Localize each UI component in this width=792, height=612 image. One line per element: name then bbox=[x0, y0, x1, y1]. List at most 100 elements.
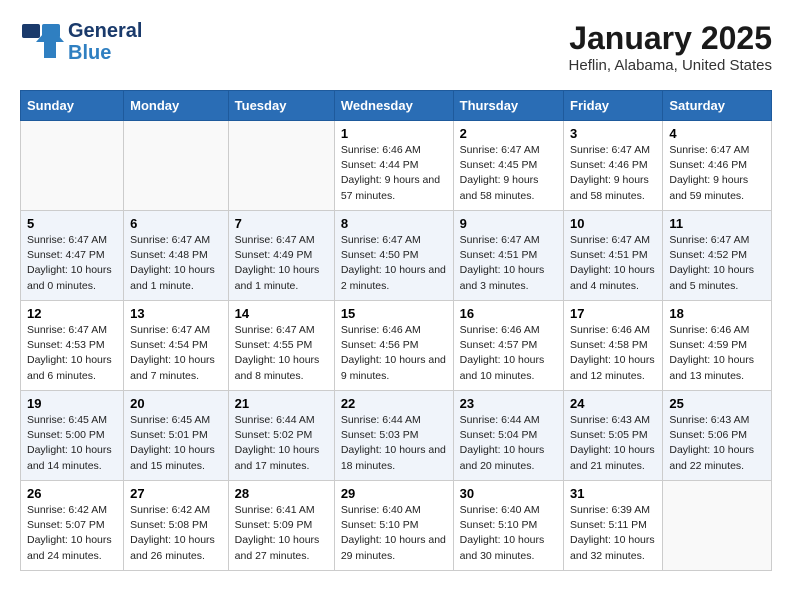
day-info: Sunrise: 6:47 AM Sunset: 4:51 PM Dayligh… bbox=[570, 233, 656, 294]
day-number: 9 bbox=[460, 216, 557, 231]
week-row-1: 1 Sunrise: 6:46 AM Sunset: 4:44 PM Daylig… bbox=[21, 121, 772, 211]
calendar-cell: 16Sunrise: 6:46 AM Sunset: 4:57 PM Dayli… bbox=[453, 301, 563, 391]
day-number: 7 bbox=[235, 216, 328, 231]
calendar-title: January 2025 bbox=[569, 20, 772, 57]
header-day-wednesday: Wednesday bbox=[334, 91, 453, 121]
calendar-header: SundayMondayTuesdayWednesdayThursdayFrid… bbox=[21, 91, 772, 121]
day-number: 17 bbox=[570, 306, 656, 321]
header-row: SundayMondayTuesdayWednesdayThursdayFrid… bbox=[21, 91, 772, 121]
calendar-cell bbox=[663, 481, 772, 571]
day-info: Sunrise: 6:47 AM Sunset: 4:53 PM Dayligh… bbox=[27, 323, 117, 384]
calendar-cell: 31 Sunrise: 6:39 AM Sunset: 5:11 PM Dayli… bbox=[564, 481, 663, 571]
calendar-cell: 30 Sunrise: 6:40 AM Sunset: 5:10 PM Dayli… bbox=[453, 481, 563, 571]
calendar-cell: 14 Sunrise: 6:47 AM Sunset: 4:55 PM Dayli… bbox=[228, 301, 334, 391]
day-number: 3 bbox=[570, 126, 656, 141]
day-number: 21 bbox=[235, 396, 328, 411]
calendar-cell: 9 Sunrise: 6:47 AM Sunset: 4:51 PM Daylig… bbox=[453, 211, 563, 301]
calendar-cell: 1 Sunrise: 6:46 AM Sunset: 4:44 PM Daylig… bbox=[334, 121, 453, 211]
day-info: Sunrise: 6:47 AM Sunset: 4:54 PM Dayligh… bbox=[130, 323, 222, 384]
title-block: January 2025 Heflin, Alabama, United Sta… bbox=[569, 20, 772, 74]
calendar-cell bbox=[228, 121, 334, 211]
day-number: 22 bbox=[341, 396, 447, 411]
calendar-cell: 12 Sunrise: 6:47 AM Sunset: 4:53 PM Dayli… bbox=[21, 301, 124, 391]
calendar-cell: 4Sunrise: 6:47 AM Sunset: 4:46 PM Daylig… bbox=[663, 121, 772, 211]
day-info: Sunrise: 6:43 AM Sunset: 5:05 PM Dayligh… bbox=[570, 413, 656, 474]
calendar-cell: 27Sunrise: 6:42 AM Sunset: 5:08 PM Dayli… bbox=[124, 481, 229, 571]
day-number: 10 bbox=[570, 216, 656, 231]
day-number: 1 bbox=[341, 126, 447, 141]
day-info: Sunrise: 6:47 AM Sunset: 4:45 PM Dayligh… bbox=[460, 143, 557, 204]
day-number: 24 bbox=[570, 396, 656, 411]
day-number: 29 bbox=[341, 486, 447, 501]
day-info: Sunrise: 6:47 AM Sunset: 4:46 PM Dayligh… bbox=[570, 143, 656, 204]
day-info: Sunrise: 6:39 AM Sunset: 5:11 PM Dayligh… bbox=[570, 503, 656, 564]
day-number: 15 bbox=[341, 306, 447, 321]
logo-text-block: General Blue bbox=[68, 20, 142, 64]
day-info: Sunrise: 6:42 AM Sunset: 5:08 PM Dayligh… bbox=[130, 503, 222, 564]
day-number: 12 bbox=[27, 306, 117, 321]
day-info: Sunrise: 6:47 AM Sunset: 4:46 PM Dayligh… bbox=[669, 143, 765, 204]
day-info: Sunrise: 6:44 AM Sunset: 5:02 PM Dayligh… bbox=[235, 413, 328, 474]
day-info: Sunrise: 6:47 AM Sunset: 4:49 PM Dayligh… bbox=[235, 233, 328, 294]
day-number: 16 bbox=[460, 306, 557, 321]
header-day-monday: Monday bbox=[124, 91, 229, 121]
logo-icon bbox=[20, 22, 64, 62]
calendar-cell: 24 Sunrise: 6:43 AM Sunset: 5:05 PM Dayli… bbox=[564, 391, 663, 481]
calendar-cell: 17 Sunrise: 6:46 AM Sunset: 4:58 PM Dayli… bbox=[564, 301, 663, 391]
day-number: 31 bbox=[570, 486, 656, 501]
day-number: 2 bbox=[460, 126, 557, 141]
day-info: Sunrise: 6:47 AM Sunset: 4:48 PM Dayligh… bbox=[130, 233, 222, 294]
week-row-4: 19Sunrise: 6:45 AM Sunset: 5:00 PM Dayli… bbox=[21, 391, 772, 481]
day-number: 18 bbox=[669, 306, 765, 321]
day-number: 30 bbox=[460, 486, 557, 501]
calendar-cell bbox=[124, 121, 229, 211]
calendar-cell: 28 Sunrise: 6:41 AM Sunset: 5:09 PM Dayli… bbox=[228, 481, 334, 571]
day-number: 20 bbox=[130, 396, 222, 411]
day-info: Sunrise: 6:44 AM Sunset: 5:03 PM Dayligh… bbox=[341, 413, 447, 474]
calendar-cell: 10 Sunrise: 6:47 AM Sunset: 4:51 PM Dayli… bbox=[564, 211, 663, 301]
calendar-body: 1 Sunrise: 6:46 AM Sunset: 4:44 PM Daylig… bbox=[21, 121, 772, 571]
day-number: 13 bbox=[130, 306, 222, 321]
calendar-cell: 15Sunrise: 6:46 AM Sunset: 4:56 PM Dayli… bbox=[334, 301, 453, 391]
day-info: Sunrise: 6:41 AM Sunset: 5:09 PM Dayligh… bbox=[235, 503, 328, 564]
calendar-cell: 22 Sunrise: 6:44 AM Sunset: 5:03 PM Dayli… bbox=[334, 391, 453, 481]
day-info: Sunrise: 6:44 AM Sunset: 5:04 PM Dayligh… bbox=[460, 413, 557, 474]
calendar-cell: 7 Sunrise: 6:47 AM Sunset: 4:49 PM Daylig… bbox=[228, 211, 334, 301]
calendar-cell: 23 Sunrise: 6:44 AM Sunset: 5:04 PM Dayli… bbox=[453, 391, 563, 481]
calendar-cell: 13 Sunrise: 6:47 AM Sunset: 4:54 PM Dayli… bbox=[124, 301, 229, 391]
calendar-cell: 18 Sunrise: 6:46 AM Sunset: 4:59 PM Dayli… bbox=[663, 301, 772, 391]
page-header: General Blue January 2025 Heflin, Alabam… bbox=[20, 20, 772, 74]
header-day-friday: Friday bbox=[564, 91, 663, 121]
day-info: Sunrise: 6:47 AM Sunset: 4:51 PM Dayligh… bbox=[460, 233, 557, 294]
calendar-cell: 29 Sunrise: 6:40 AM Sunset: 5:10 PM Dayli… bbox=[334, 481, 453, 571]
day-number: 6 bbox=[130, 216, 222, 231]
logo-line2: Blue bbox=[68, 42, 111, 64]
calendar-cell: 5Sunrise: 6:47 AM Sunset: 4:47 PM Daylig… bbox=[21, 211, 124, 301]
calendar-cell: 2 Sunrise: 6:47 AM Sunset: 4:45 PM Daylig… bbox=[453, 121, 563, 211]
day-info: Sunrise: 6:40 AM Sunset: 5:10 PM Dayligh… bbox=[341, 503, 447, 564]
day-info: Sunrise: 6:46 AM Sunset: 4:44 PM Dayligh… bbox=[341, 143, 447, 204]
day-number: 14 bbox=[235, 306, 328, 321]
day-info: Sunrise: 6:46 AM Sunset: 4:59 PM Dayligh… bbox=[669, 323, 765, 384]
day-info: Sunrise: 6:47 AM Sunset: 4:52 PM Dayligh… bbox=[669, 233, 765, 294]
day-info: Sunrise: 6:43 AM Sunset: 5:06 PM Dayligh… bbox=[669, 413, 765, 474]
calendar-cell: 11 Sunrise: 6:47 AM Sunset: 4:52 PM Dayli… bbox=[663, 211, 772, 301]
logo-line1: General bbox=[68, 20, 142, 42]
header-day-sunday: Sunday bbox=[21, 91, 124, 121]
header-day-tuesday: Tuesday bbox=[228, 91, 334, 121]
day-number: 28 bbox=[235, 486, 328, 501]
day-info: Sunrise: 6:40 AM Sunset: 5:10 PM Dayligh… bbox=[460, 503, 557, 564]
day-info: Sunrise: 6:47 AM Sunset: 4:55 PM Dayligh… bbox=[235, 323, 328, 384]
day-number: 23 bbox=[460, 396, 557, 411]
calendar-subtitle: Heflin, Alabama, United States bbox=[569, 57, 772, 74]
calendar-cell: 8Sunrise: 6:47 AM Sunset: 4:50 PM Daylig… bbox=[334, 211, 453, 301]
day-info: Sunrise: 6:47 AM Sunset: 4:47 PM Dayligh… bbox=[27, 233, 117, 294]
logo: General Blue bbox=[20, 20, 142, 64]
day-number: 8 bbox=[341, 216, 447, 231]
calendar-cell: 26Sunrise: 6:42 AM Sunset: 5:07 PM Dayli… bbox=[21, 481, 124, 571]
day-info: Sunrise: 6:46 AM Sunset: 4:58 PM Dayligh… bbox=[570, 323, 656, 384]
calendar-cell: 19Sunrise: 6:45 AM Sunset: 5:00 PM Dayli… bbox=[21, 391, 124, 481]
day-number: 26 bbox=[27, 486, 117, 501]
week-row-2: 5Sunrise: 6:47 AM Sunset: 4:47 PM Daylig… bbox=[21, 211, 772, 301]
day-number: 11 bbox=[669, 216, 765, 231]
